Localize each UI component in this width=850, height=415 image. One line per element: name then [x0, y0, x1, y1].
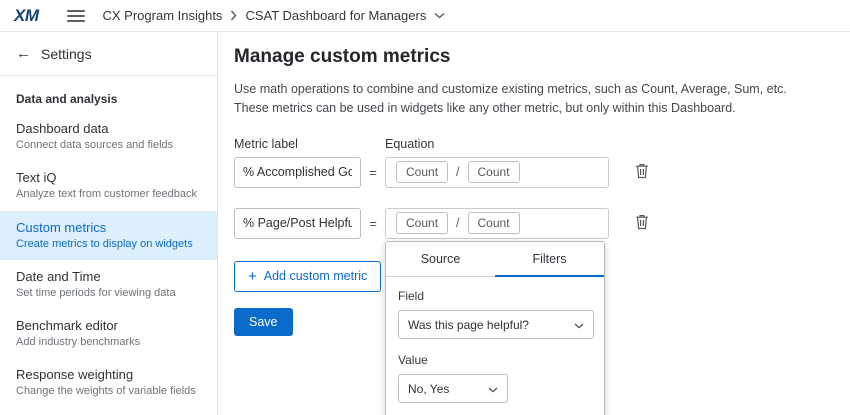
sidebar-item-text-iq[interactable]: Text iQ Analyze text from customer feedb…: [0, 161, 217, 210]
delete-metric-button[interactable]: [631, 210, 653, 237]
sidebar-item-label: Custom metrics: [16, 220, 201, 235]
main-content: Manage custom metrics Use math operation…: [218, 32, 850, 415]
sidebar-item-sublabel: Create metrics to display on widgets: [16, 237, 201, 251]
page-title: Manage custom metrics: [234, 46, 826, 68]
popup-body: Field Was this page helpful? Value No, Y…: [386, 277, 604, 415]
sidebar-item-date-and-time[interactable]: Date and Time Set time periods for viewi…: [0, 260, 217, 309]
metric-operand-button[interactable]: Count: [396, 161, 448, 183]
sidebar-item-sublabel: Analyze text from customer feedback: [16, 187, 201, 201]
divide-operator: /: [456, 165, 459, 179]
metric-filters-popup: Source Filters Field Was this page helpf…: [385, 241, 605, 415]
metric-label-input[interactable]: [234, 208, 361, 239]
delete-metric-button[interactable]: [631, 159, 653, 186]
sidebar-item-sublabel: Change the weights of variable fields: [16, 384, 201, 398]
back-arrow-icon: ←: [16, 45, 31, 62]
value-label: Value: [398, 353, 592, 367]
add-custom-metric-button[interactable]: + Add custom metric: [234, 261, 381, 292]
page-description-line2: These metrics can be used in widgets lik…: [234, 99, 826, 118]
custom-metric-row: = Count / Count: [234, 208, 826, 239]
breadcrumb: CX Program Insights CSAT Dashboard for M…: [103, 8, 446, 23]
sidebar-item-label: Benchmark editor: [16, 318, 201, 333]
settings-back-label: Settings: [41, 46, 92, 62]
field-select-value: Was this page helpful?: [408, 318, 529, 332]
equals-sign: =: [361, 216, 385, 231]
tab-source[interactable]: Source: [386, 242, 495, 277]
metric-operand-button[interactable]: Count: [468, 161, 520, 183]
sidebar-section-header: Data and analysis: [0, 76, 217, 112]
sidebar-item-label: Date and Time: [16, 269, 201, 284]
sidebar-item-sublabel: Connect data sources and fields: [16, 138, 201, 152]
add-custom-metric-label: Add custom metric: [264, 269, 368, 283]
field-select[interactable]: Was this page helpful?: [398, 310, 594, 339]
equation-column-header: Equation: [385, 137, 434, 151]
sidebar-item-dashboard-data[interactable]: Dashboard data Connect data sources and …: [0, 112, 217, 161]
sidebar-item-label: Response weighting: [16, 367, 201, 382]
plus-icon: +: [248, 269, 257, 284]
hamburger-menu-icon[interactable]: [67, 10, 85, 22]
app-window: XM CX Program Insights CSAT Dashboard fo…: [0, 0, 850, 415]
sidebar-item-benchmark-editor[interactable]: Benchmark editor Add industry benchmarks: [0, 309, 217, 358]
chevron-right-icon: [230, 10, 237, 21]
sidebar-item-response-weighting[interactable]: Response weighting Change the weights of…: [0, 358, 217, 407]
sidebar-item-custom-metrics[interactable]: Custom metrics Create metrics to display…: [0, 211, 217, 260]
page-description: Use math operations to combine and custo…: [234, 80, 826, 119]
breadcrumb-root[interactable]: CX Program Insights: [103, 8, 223, 23]
equation-box[interactable]: Count / Count: [385, 157, 609, 188]
metric-operand-button[interactable]: Count: [468, 212, 520, 234]
save-button[interactable]: Save: [234, 308, 293, 336]
metric-label-input[interactable]: [234, 157, 361, 188]
metric-label-column-header: Metric label: [234, 137, 385, 151]
equation-box[interactable]: Count / Count: [385, 208, 609, 239]
settings-sidebar: ← Settings Data and analysis Dashboard d…: [0, 32, 218, 415]
popup-tabs: Source Filters: [386, 242, 604, 277]
chevron-down-icon[interactable]: [434, 12, 445, 19]
page-description-line1: Use math operations to combine and custo…: [234, 80, 826, 99]
chevron-down-icon: [488, 382, 498, 396]
tab-filters[interactable]: Filters: [495, 242, 604, 277]
value-select[interactable]: No, Yes: [398, 374, 508, 403]
sidebar-item-sublabel: Set time periods for viewing data: [16, 286, 201, 300]
sidebar-item-sublabel: Add industry benchmarks: [16, 335, 201, 349]
top-bar: XM CX Program Insights CSAT Dashboard fo…: [0, 0, 850, 32]
column-headers: Metric label Equation: [234, 137, 826, 151]
equals-sign: =: [361, 165, 385, 180]
value-select-value: No, Yes: [408, 382, 449, 396]
trash-icon: [635, 167, 649, 182]
xm-logo: XM: [14, 6, 39, 26]
breadcrumb-current[interactable]: CSAT Dashboard for Managers: [245, 8, 426, 23]
sidebar-item-label: Dashboard data: [16, 121, 201, 136]
sidebar-item-label: Text iQ: [16, 170, 201, 185]
field-label: Field: [398, 289, 592, 303]
divide-operator: /: [456, 216, 459, 230]
metric-operand-button[interactable]: Count: [396, 212, 448, 234]
trash-icon: [635, 218, 649, 233]
settings-back-button[interactable]: ← Settings: [0, 32, 217, 76]
custom-metric-row: = Count / Count: [234, 157, 826, 188]
chevron-down-icon: [574, 318, 584, 332]
